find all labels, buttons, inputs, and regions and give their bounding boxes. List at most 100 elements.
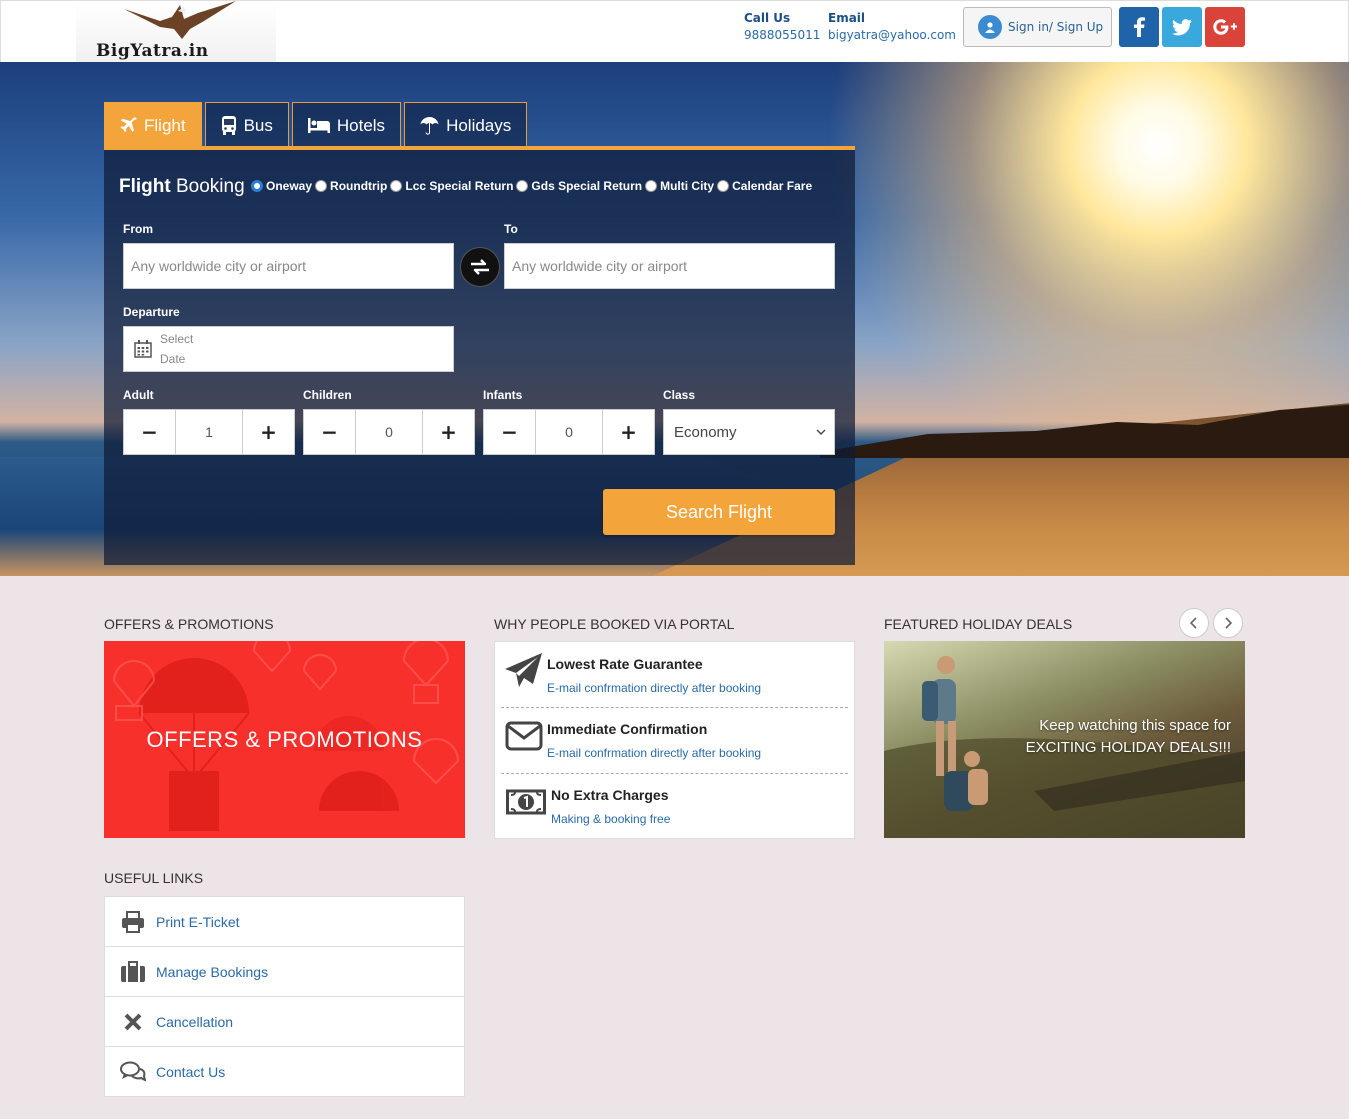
brand-name: BigYatra.in — [96, 41, 209, 61]
user-icon — [978, 15, 1002, 39]
booking-title-bold: Flight — [119, 176, 171, 197]
radio-calendar-fare[interactable] — [717, 180, 730, 192]
sign-in-label: Sign in/ Sign Up — [1008, 20, 1104, 34]
tab-hotels-label: Hotels — [336, 115, 386, 135]
infants-plus-button[interactable]: + — [603, 410, 654, 454]
adult-stepper: − 1 + — [123, 409, 295, 455]
tab-bus-label: Bus — [243, 115, 273, 135]
booking-tabs: Flight Bus Hotels Holidays — [104, 102, 528, 148]
link-label: Print E-Ticket — [156, 913, 240, 930]
trip-calendar-fare-label: Calendar Fare — [732, 179, 813, 193]
flight-booking-panel: Flight Booking Oneway Roundtrip Lcc Spec… — [104, 146, 855, 565]
chat-icon — [120, 1061, 146, 1083]
adult-label: Adult — [123, 388, 154, 402]
swap-button[interactable] — [460, 247, 500, 287]
radio-gds-special-return[interactable] — [516, 180, 529, 192]
offers-banner-text: OFFERS & PROMOTIONS — [146, 727, 423, 752]
umbrella-icon — [420, 117, 439, 135]
trip-roundtrip[interactable]: Roundtrip — [315, 179, 387, 193]
deals-next-button[interactable] — [1213, 608, 1243, 638]
adult-minus-button[interactable]: − — [124, 410, 175, 454]
chevron-right-icon — [1225, 617, 1232, 629]
radio-lcc-special-return[interactable] — [390, 180, 403, 192]
tab-flight-label: Flight — [144, 115, 186, 135]
infants-minus-button[interactable]: − — [484, 410, 535, 454]
deals-prev-button[interactable] — [1179, 608, 1209, 638]
adult-plus-button[interactable]: + — [243, 410, 294, 454]
from-input[interactable]: Any worldwide city or airport — [123, 243, 454, 289]
tab-holidays[interactable]: Holidays — [404, 102, 528, 148]
trip-calendar-fare[interactable]: Calendar Fare — [717, 179, 812, 193]
offers-banner[interactable]: OFFERS & PROMOTIONS — [104, 641, 465, 838]
link-contact-us[interactable]: Contact Us — [105, 1047, 464, 1097]
class-value: Economy — [674, 423, 737, 441]
deal-line2: EXCITING HOLIDAY DEALS!!! — [1025, 739, 1231, 756]
site-logo[interactable]: BigYatra.in — [76, 1, 276, 62]
link-cancellation[interactable]: Cancellation — [105, 997, 464, 1047]
google-plus-icon — [1213, 19, 1237, 35]
children-plus-button[interactable]: + — [423, 410, 474, 454]
why-title: Immediate Confirmation — [547, 721, 708, 737]
trip-multi-city[interactable]: Multi City — [645, 179, 714, 193]
facebook-icon — [1134, 17, 1145, 37]
swap-arrows-icon — [471, 259, 489, 275]
booking-title-rest: Booking — [175, 176, 245, 197]
to-input[interactable]: Any worldwide city or airport — [504, 243, 835, 289]
radio-multi-city[interactable] — [645, 180, 658, 192]
sign-in-button[interactable]: Sign in/ Sign Up — [963, 7, 1112, 47]
call-us-label: Call Us — [744, 11, 791, 25]
adult-count[interactable]: 1 — [175, 410, 243, 454]
trip-lcc-special-return[interactable]: Lcc Special Return — [390, 179, 513, 193]
link-print-e-ticket[interactable]: Print E-Ticket — [105, 897, 464, 947]
twitter-button[interactable] — [1162, 7, 1202, 47]
link-label: Contact Us — [156, 1064, 226, 1080]
paper-plane-icon — [501, 648, 547, 694]
children-label: Children — [303, 388, 352, 402]
email-address[interactable]: bigyatra@yahoo.com — [828, 27, 956, 44]
trip-gds-special-return[interactable]: Gds Special Return — [516, 179, 642, 193]
why-item-text: Immediate Confirmation E-mail confrmation… — [547, 707, 761, 760]
deal-text: Keep watching this space for EXCITING HO… — [1026, 715, 1231, 759]
why-box: Lowest Rate Guarantee E-mail confrmation … — [494, 641, 855, 839]
why-item-immediate-confirmation: Immediate Confirmation E-mail confrmation… — [501, 707, 848, 772]
calendar-icon — [134, 340, 152, 358]
radio-oneway[interactable] — [251, 180, 263, 192]
why-item-text: Lowest Rate Guarantee E-mail confrmation … — [547, 642, 761, 695]
hero-houses — [820, 404, 1349, 458]
to-label: To — [504, 222, 518, 236]
bus-icon — [221, 116, 236, 135]
facebook-button[interactable] — [1119, 7, 1159, 47]
tab-hotels[interactable]: Hotels — [291, 102, 402, 148]
holiday-deal-banner[interactable]: Keep watching this space for EXCITING HO… — [884, 641, 1245, 838]
why-subtitle: E-mail confrmation directly after bookin… — [547, 746, 762, 760]
link-label: Cancellation — [156, 1013, 234, 1030]
top-header: BigYatra.in Call Us 9888055011 Email big… — [0, 0, 1349, 62]
radio-roundtrip[interactable] — [315, 180, 328, 192]
trip-gds-label: Gds Special Return — [531, 179, 643, 193]
google-plus-button[interactable] — [1205, 7, 1245, 47]
call-us-number[interactable]: 9888055011 — [744, 27, 820, 44]
chevron-down-icon — [816, 429, 826, 435]
why-item-lowest-rate: Lowest Rate Guarantee E-mail confrmation … — [501, 642, 848, 707]
class-select[interactable]: Economy — [663, 409, 835, 455]
from-label: From — [123, 222, 153, 236]
tab-bus[interactable]: Bus — [204, 102, 289, 148]
offers-heading: OFFERS & PROMOTIONS — [104, 616, 274, 632]
why-subtitle: Making & booking free — [551, 812, 671, 826]
link-manage-bookings[interactable]: Manage Bookings — [105, 947, 464, 997]
cross-icon — [120, 1013, 146, 1031]
children-minus-button[interactable]: − — [304, 410, 355, 454]
trip-oneway[interactable]: Oneway — [251, 179, 312, 193]
departure-date-input[interactable]: Select Date — [123, 326, 454, 372]
booking-title: Flight Booking — [119, 176, 245, 198]
children-count[interactable]: 0 — [355, 410, 423, 454]
infants-count[interactable]: 0 — [535, 410, 603, 454]
plane-icon — [120, 117, 137, 133]
why-subtitle: E-mail confrmation directly after bookin… — [547, 681, 762, 695]
children-stepper: − 0 + — [303, 409, 475, 455]
eagle-logo-icon — [124, 1, 236, 39]
search-flight-button[interactable]: Search Flight — [603, 489, 835, 535]
tab-flight[interactable]: Flight — [104, 102, 202, 148]
departure-placeholder-line2: Date — [160, 352, 186, 366]
envelope-icon — [501, 713, 547, 759]
